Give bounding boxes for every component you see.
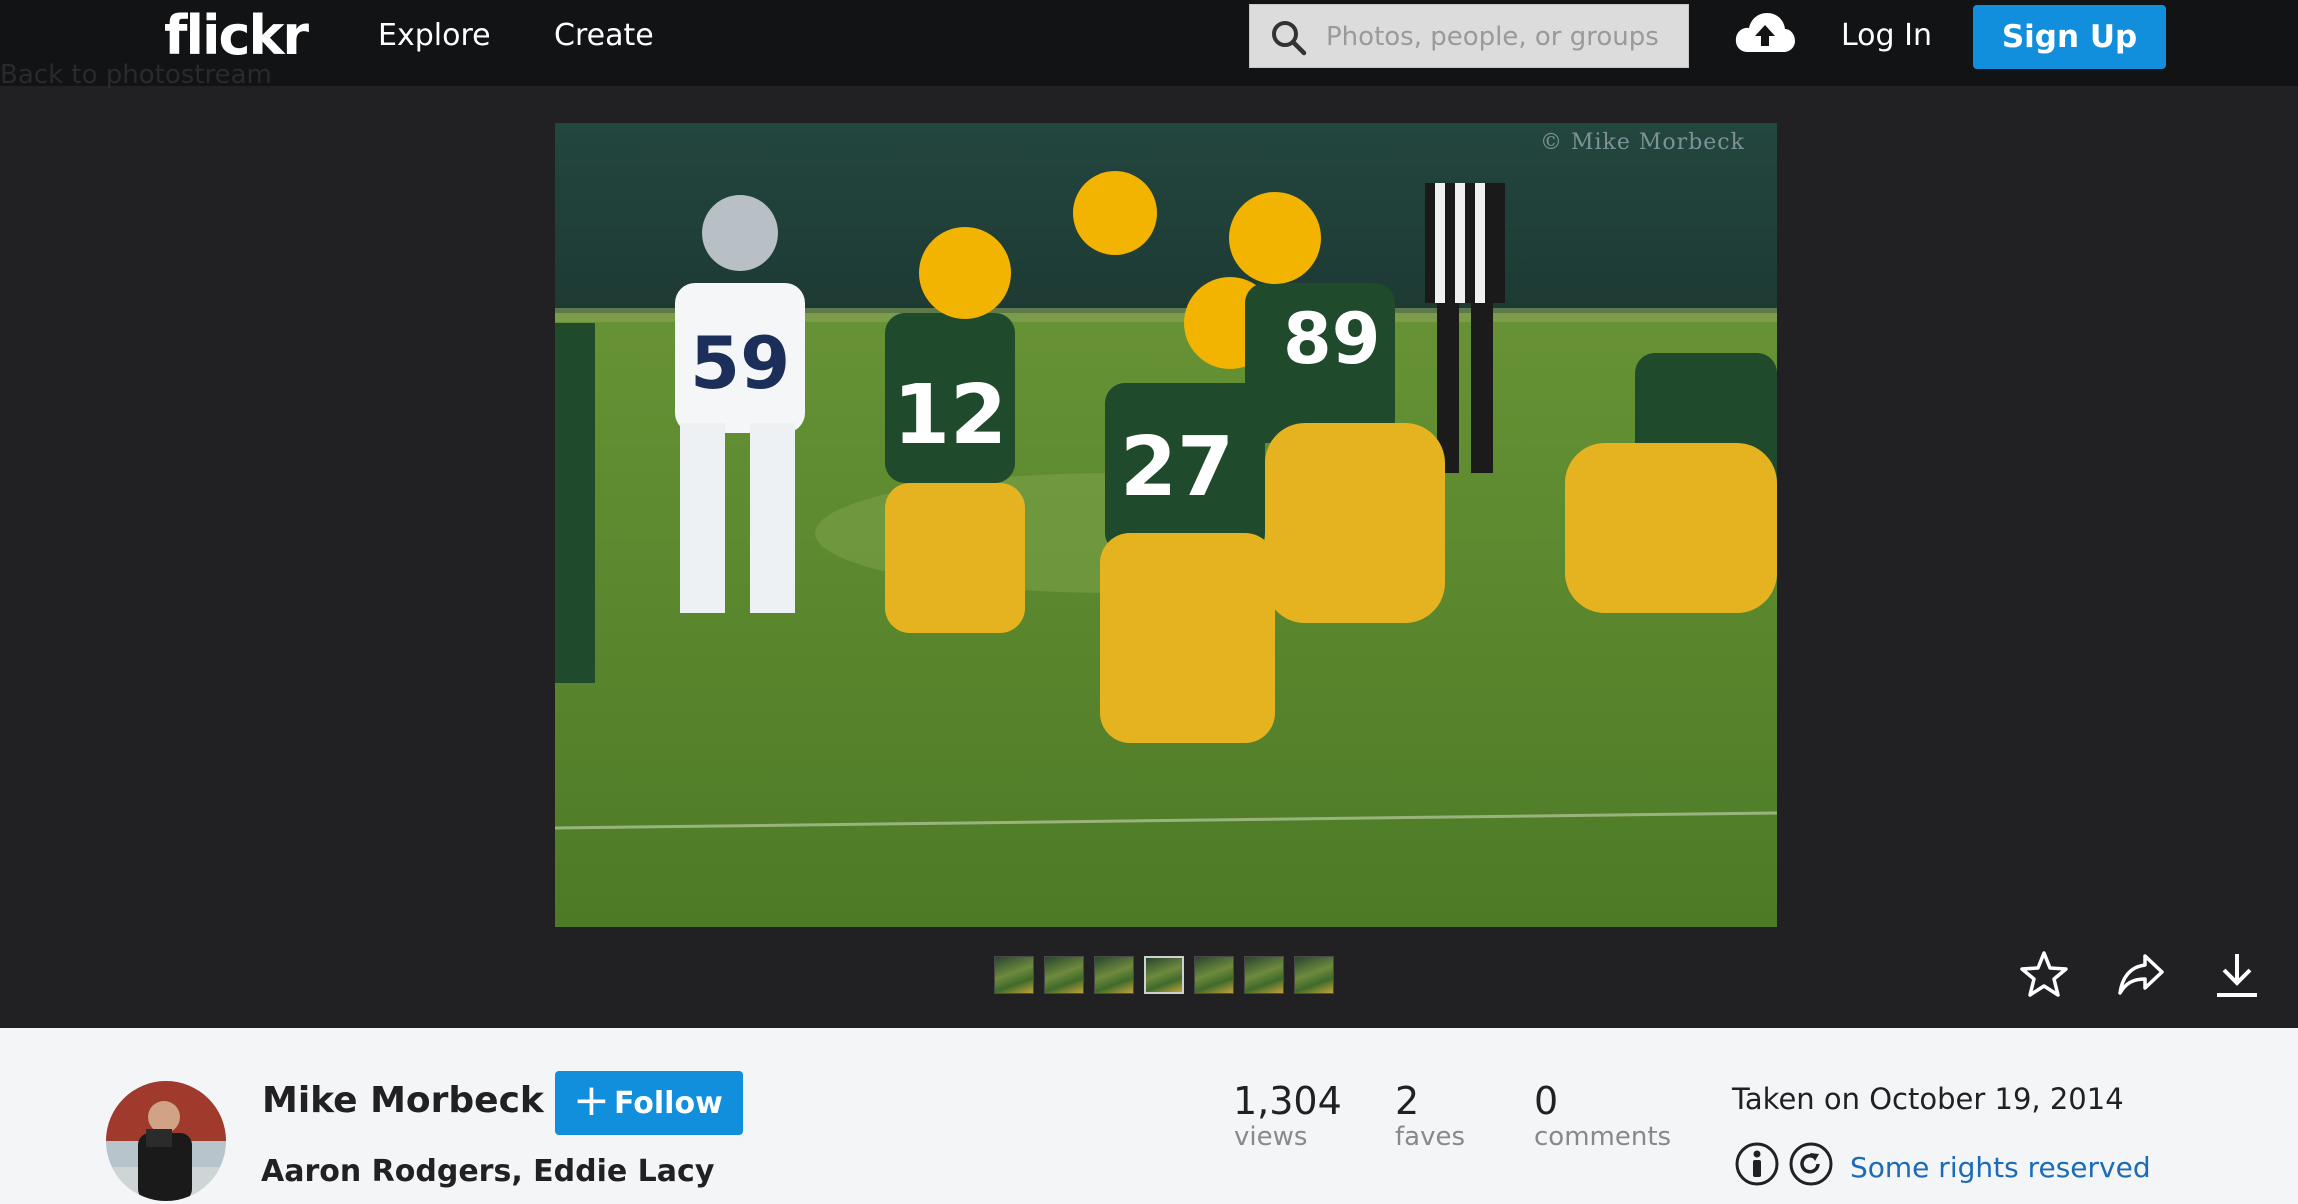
share-icon[interactable] bbox=[2116, 950, 2166, 1000]
views-label: views bbox=[1234, 1122, 1308, 1152]
top-nav-bar: flickr Explore Create Log In Sign Up bbox=[0, 0, 2298, 86]
share-alike-icon bbox=[1789, 1142, 1833, 1186]
flickr-logo[interactable]: flickr bbox=[164, 4, 309, 67]
search-icon[interactable] bbox=[1270, 19, 1308, 57]
comments-count: 0 bbox=[1534, 1079, 1559, 1123]
thumbnail[interactable] bbox=[994, 956, 1034, 994]
nav-create-link[interactable]: Create bbox=[554, 18, 654, 53]
thumbnail[interactable] bbox=[1094, 956, 1134, 994]
faves-count: 2 bbox=[1395, 1079, 1420, 1123]
nav-explore-link[interactable]: Explore bbox=[378, 18, 491, 53]
main-photo[interactable]: 59 12 27 89 bbox=[555, 123, 1777, 927]
back-to-photostream-link[interactable]: Back to photostream bbox=[0, 60, 272, 90]
views-count: 1,304 bbox=[1233, 1079, 1342, 1123]
svg-text:27: 27 bbox=[1120, 420, 1234, 515]
svg-text:89: 89 bbox=[1283, 298, 1380, 380]
follow-label: Follow bbox=[614, 1086, 723, 1121]
svg-text:12: 12 bbox=[893, 368, 1007, 463]
thumbnail[interactable] bbox=[1194, 956, 1234, 994]
svg-text:59: 59 bbox=[690, 321, 790, 405]
faves-label: faves bbox=[1395, 1122, 1466, 1152]
thumbnail[interactable] bbox=[1294, 956, 1334, 994]
signup-button[interactable]: Sign Up bbox=[1973, 5, 2166, 69]
owner-name[interactable]: Mike Morbeck bbox=[262, 1080, 544, 1121]
thumbnail[interactable] bbox=[1044, 956, 1084, 994]
download-icon[interactable] bbox=[2212, 950, 2262, 1000]
login-link[interactable]: Log In bbox=[1841, 18, 1932, 53]
thumbnail-active[interactable] bbox=[1144, 956, 1184, 994]
license-link[interactable]: Some rights reserved bbox=[1850, 1151, 2151, 1184]
cloud-upload-icon[interactable] bbox=[1734, 10, 1796, 56]
search-input[interactable] bbox=[1324, 15, 1678, 59]
avatar[interactable] bbox=[106, 1081, 226, 1201]
photo-title: Aaron Rodgers, Eddie Lacy bbox=[261, 1154, 715, 1189]
comments-label: comments bbox=[1534, 1122, 1672, 1152]
search-box[interactable] bbox=[1249, 4, 1689, 68]
follow-button[interactable]: + Follow bbox=[555, 1071, 743, 1135]
plus-icon: + bbox=[573, 1075, 610, 1126]
taken-date: Taken on October 19, 2014 bbox=[1732, 1082, 2124, 1116]
thumbnail[interactable] bbox=[1244, 956, 1284, 994]
attribution-icon bbox=[1735, 1142, 1779, 1186]
photo-watermark: © Mike Morbeck bbox=[1540, 130, 1745, 155]
star-icon[interactable] bbox=[2019, 950, 2069, 1000]
